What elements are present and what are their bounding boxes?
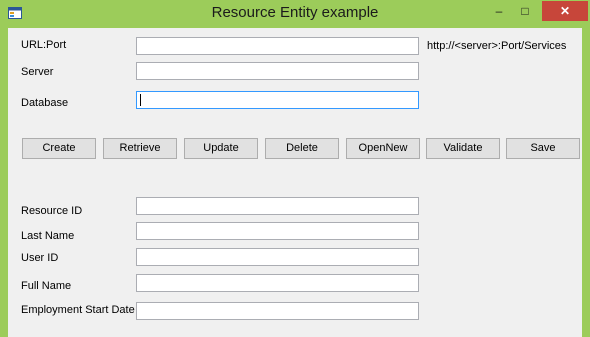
app-window: Resource Entity example – □ ✕ URL:Port h…: [0, 0, 590, 337]
text-caret: [140, 94, 141, 106]
database-label: Database: [21, 97, 69, 109]
save-button[interactable]: Save: [506, 138, 580, 159]
open-new-button[interactable]: OpenNew: [346, 138, 420, 159]
last-name-input[interactable]: [136, 222, 419, 240]
user-id-label: User ID: [21, 252, 59, 264]
employment-start-date-input[interactable]: [136, 302, 419, 320]
close-button[interactable]: ✕: [542, 1, 588, 21]
full-name-input[interactable]: [136, 274, 419, 292]
url-port-label: URL:Port: [21, 39, 67, 51]
maximize-button[interactable]: □: [512, 1, 538, 21]
last-name-label: Last Name: [21, 230, 75, 242]
update-button[interactable]: Update: [184, 138, 258, 159]
server-input[interactable]: [136, 62, 419, 80]
create-button[interactable]: Create: [22, 138, 96, 159]
url-port-input[interactable]: [136, 37, 419, 55]
minimize-button[interactable]: –: [486, 1, 512, 21]
url-format-hint: http://<server>:Port/Services: [427, 40, 567, 52]
database-input[interactable]: [136, 91, 419, 109]
validate-button[interactable]: Validate: [426, 138, 500, 159]
form-client-area: URL:Port http://<server>:Port/Services S…: [8, 28, 582, 337]
delete-button[interactable]: Delete: [265, 138, 339, 159]
resource-id-label: Resource ID: [21, 205, 83, 217]
server-label: Server: [21, 66, 54, 78]
employment-start-date-label: Employment Start Date: [21, 304, 135, 316]
retrieve-button[interactable]: Retrieve: [103, 138, 177, 159]
user-id-input[interactable]: [136, 248, 419, 266]
full-name-label: Full Name: [21, 280, 72, 292]
title-bar[interactable]: Resource Entity example – □ ✕: [0, 0, 590, 28]
resource-id-input[interactable]: [136, 197, 419, 215]
